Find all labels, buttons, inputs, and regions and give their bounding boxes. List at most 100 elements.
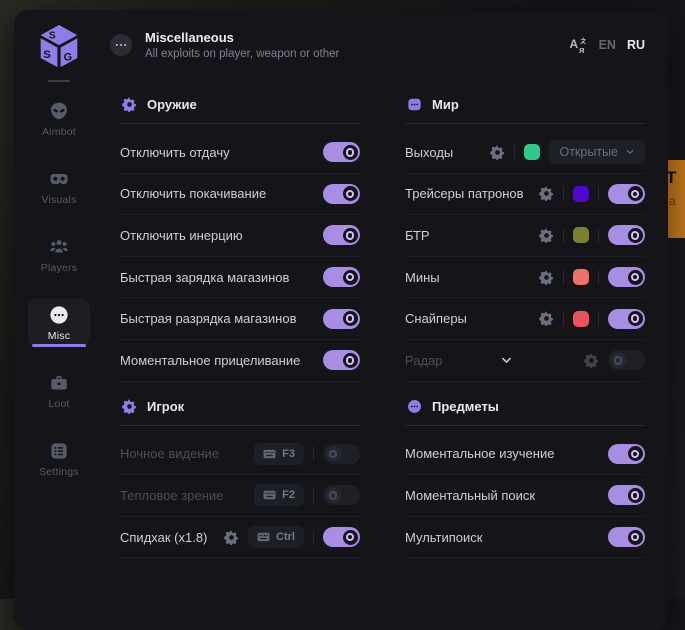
ellipsis-circle-icon xyxy=(49,305,69,325)
toggle-switch[interactable] xyxy=(323,350,360,370)
toggle-switch[interactable] xyxy=(323,309,360,329)
toggle-switch[interactable] xyxy=(608,309,645,329)
setting-row-multisearch: Мультипоиск xyxy=(405,517,645,559)
setting-row-instant-ads: Моментальное прицеливание xyxy=(120,340,360,382)
toggle-switch[interactable] xyxy=(323,184,360,204)
toggle-knob xyxy=(343,353,358,368)
row-label: Отключить покачивание xyxy=(120,186,266,201)
color-swatch[interactable] xyxy=(573,311,589,327)
setting-row-snipers: Снайперы xyxy=(405,298,645,340)
hotkey-badge[interactable]: F2 xyxy=(254,484,304,506)
toggle-switch[interactable] xyxy=(323,225,360,245)
expand-chevron-down-icon[interactable] xyxy=(500,354,513,367)
row-label: Снайперы xyxy=(405,311,467,326)
section-world-header: Мир xyxy=(405,80,645,123)
exits-dropdown[interactable]: Открытые xyxy=(549,140,645,164)
players-icon xyxy=(49,237,69,257)
setting-row-speedhack: Спидхак (x1.8) Ctrl xyxy=(120,517,360,559)
row-label: Отключить отдачу xyxy=(120,145,230,160)
sidebar-item-visuals[interactable]: Visuals xyxy=(28,163,90,211)
toggle-switch[interactable] xyxy=(608,485,645,505)
toggle-knob xyxy=(326,488,341,503)
keyboard-icon xyxy=(263,490,276,500)
toggle-knob xyxy=(628,311,643,326)
toggle-knob xyxy=(628,270,643,285)
toggle-switch[interactable] xyxy=(608,350,645,370)
row-settings-gear-icon[interactable] xyxy=(539,311,554,326)
toggle-switch[interactable] xyxy=(608,444,645,464)
sidebar-item-loot[interactable]: Loot xyxy=(28,367,90,415)
toggle-switch[interactable] xyxy=(608,527,645,547)
row-label: Отключить инерцию xyxy=(120,228,243,243)
separator xyxy=(313,446,314,461)
hotkey-badge[interactable]: Ctrl xyxy=(248,526,304,548)
separator xyxy=(563,228,564,243)
sidebar-item-label: Players xyxy=(41,262,77,274)
sg-cube-logo-icon xyxy=(37,22,81,72)
color-swatch[interactable] xyxy=(524,144,540,160)
toggle-switch[interactable] xyxy=(608,184,645,204)
setting-row-no-recoil: Отключить отдачу xyxy=(120,132,360,174)
toggle-switch[interactable] xyxy=(323,527,360,547)
sidebar-item-label: Aimbot xyxy=(42,126,76,138)
language-en-button[interactable]: EN xyxy=(599,38,616,52)
vr-goggles-icon xyxy=(49,169,69,189)
row-settings-gear-icon[interactable] xyxy=(539,228,554,243)
gear-icon xyxy=(122,399,137,414)
section-divider xyxy=(120,425,360,426)
settings-grid: Оружие Отключить отдачу Отключить покачи… xyxy=(120,80,645,558)
page-header: Miscellaneous All exploits on player, we… xyxy=(110,10,645,80)
banner-letter: Т xyxy=(668,168,676,188)
sidebar-item-aimbot[interactable]: Aimbot xyxy=(28,95,90,143)
toggle-switch[interactable] xyxy=(608,267,645,287)
setting-row-instant-search: Моментальный поиск xyxy=(405,475,645,517)
sidebar-item-players[interactable]: Players xyxy=(28,231,90,279)
row-settings-gear-icon[interactable] xyxy=(224,530,239,545)
sidebar-item-label: Visuals xyxy=(41,194,76,206)
hotkey-badge[interactable]: F3 xyxy=(254,443,304,465)
settings-list-icon xyxy=(49,441,69,461)
separator xyxy=(313,530,314,545)
color-swatch[interactable] xyxy=(573,186,589,202)
toggle-switch[interactable] xyxy=(608,225,645,245)
language-ru-button[interactable]: RU xyxy=(627,38,645,52)
chat-square-icon xyxy=(407,97,422,112)
setting-row-fast-load: Быстрая зарядка магазинов xyxy=(120,257,360,299)
row-label: Моментальный поиск xyxy=(405,488,535,503)
separator xyxy=(563,311,564,326)
row-label: Моментальное изучение xyxy=(405,446,554,461)
row-label: Трейсеры патронов xyxy=(405,186,524,201)
row-settings-gear-icon[interactable] xyxy=(539,270,554,285)
toggle-switch[interactable] xyxy=(323,485,360,505)
hotkey-label: F2 xyxy=(282,489,295,501)
setting-row-night-vision: Ночное видение F3 xyxy=(120,434,360,476)
row-settings-gear-icon[interactable] xyxy=(584,353,599,368)
separator xyxy=(514,145,515,160)
toggle-switch[interactable] xyxy=(323,142,360,162)
separator xyxy=(598,186,599,201)
toggle-switch[interactable] xyxy=(323,267,360,287)
row-settings-gear-icon[interactable] xyxy=(490,145,505,160)
setting-row-fast-unload: Быстрая разрядка магазинов xyxy=(120,298,360,340)
background-banner-fragment: Т а xyxy=(668,160,685,238)
translate-icon[interactable] xyxy=(569,36,588,55)
color-swatch[interactable] xyxy=(573,269,589,285)
separator xyxy=(598,311,599,326)
row-label: Ночное видение xyxy=(120,446,219,461)
section-player-header: Игрок xyxy=(120,382,360,425)
section-divider xyxy=(120,123,360,124)
color-swatch[interactable] xyxy=(573,227,589,243)
row-settings-gear-icon[interactable] xyxy=(539,186,554,201)
section-title: Оружие xyxy=(147,97,197,112)
section-title: Мир xyxy=(432,97,459,112)
briefcase-icon xyxy=(49,373,69,393)
sidebar-item-misc[interactable]: Misc xyxy=(28,299,90,347)
page-subtitle: All exploits on player, weapon or other xyxy=(145,48,339,60)
row-label: Радар xyxy=(405,353,443,368)
row-label: БТР xyxy=(405,228,430,243)
sidebar-item-settings[interactable]: Settings xyxy=(28,435,90,483)
setting-row-mines: Мины xyxy=(405,257,645,299)
separator xyxy=(598,228,599,243)
toggle-switch[interactable] xyxy=(323,444,360,464)
row-label: Спидхак (x1.8) xyxy=(120,530,207,545)
